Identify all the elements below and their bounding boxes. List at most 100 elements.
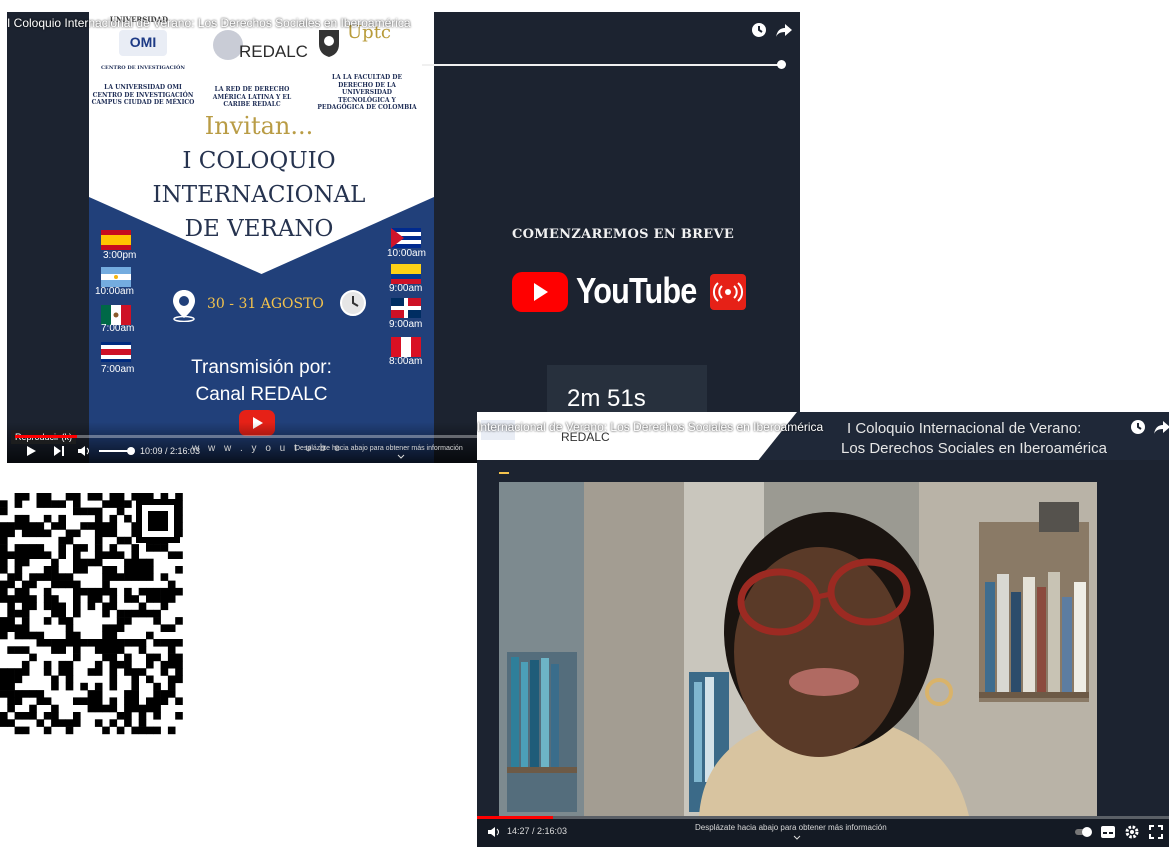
qr-module xyxy=(58,660,66,669)
qr-module xyxy=(65,726,74,735)
qr-module xyxy=(73,631,81,640)
poster-canal: Canal REDALC xyxy=(195,384,328,405)
qr-module xyxy=(21,587,30,596)
qr-module xyxy=(36,551,45,559)
video-title-line1[interactable]: I Coloquio Internacional de Verano: xyxy=(847,420,1081,437)
qr-module xyxy=(43,595,52,603)
qr-module xyxy=(73,558,81,567)
poster-org-left-sub: CENTRO DE INVESTIGACIÓN xyxy=(101,65,185,71)
qr-module xyxy=(58,609,66,618)
qr-module xyxy=(94,697,103,705)
event-poster: UNIVERSIDAD OMI CENTRO DE INVESTIGACIÓN … xyxy=(89,12,434,463)
qr-module xyxy=(51,712,59,720)
play-icon[interactable] xyxy=(25,445,37,457)
qr-module xyxy=(94,587,103,596)
watch-later-icon[interactable] xyxy=(1129,418,1147,436)
qr-module xyxy=(94,639,103,647)
qr-module xyxy=(160,587,169,596)
qr-module xyxy=(124,609,132,618)
qr-module xyxy=(73,602,81,611)
qr-module xyxy=(175,566,183,574)
qr-module xyxy=(21,493,30,501)
qr-module xyxy=(73,566,81,574)
clock-icon xyxy=(339,289,367,317)
volume-icon[interactable] xyxy=(77,445,91,457)
qr-module xyxy=(153,653,161,662)
qr-module xyxy=(160,660,169,669)
video-player-top[interactable]: UNIVERSIDAD OMI CENTRO DE INVESTIGACIÓN … xyxy=(7,12,800,463)
qr-module xyxy=(109,646,118,654)
autoplay-toggle-icon[interactable] xyxy=(1075,826,1093,838)
qr-module xyxy=(0,536,8,545)
qr-code xyxy=(0,493,183,735)
poster-event-line2: INTERNACIONAL xyxy=(152,182,366,208)
qr-module xyxy=(58,500,66,508)
qr-module xyxy=(153,617,161,625)
qr-module xyxy=(160,697,169,705)
gear-icon[interactable] xyxy=(1125,825,1139,839)
qr-module xyxy=(153,587,161,596)
qr-module xyxy=(80,522,88,530)
qr-module xyxy=(51,595,59,603)
qr-module xyxy=(14,493,23,501)
qr-module xyxy=(124,587,132,596)
qr-module xyxy=(131,697,139,705)
qr-module xyxy=(94,551,103,559)
volume-slider-knob[interactable] xyxy=(127,447,135,455)
chevron-down-icon[interactable] xyxy=(793,835,801,841)
qr-module xyxy=(153,639,161,647)
video-title[interactable]: I Coloquio Internacional de Verano: Los … xyxy=(7,16,411,30)
qr-module xyxy=(58,602,66,611)
qr-module xyxy=(73,580,81,589)
video-player-bottom[interactable]: REDALC Internacional de Verano: Los Dere… xyxy=(477,412,1169,847)
qr-module xyxy=(0,522,8,530)
qr-module xyxy=(175,675,183,684)
qr-module xyxy=(51,639,59,647)
watch-later-icon[interactable] xyxy=(750,21,768,39)
share-icon[interactable] xyxy=(775,21,793,39)
video-title-line2[interactable]: Los Derechos Sociales en Iberoamérica xyxy=(841,440,1107,457)
qr-module xyxy=(0,558,8,567)
qr-module xyxy=(73,646,81,654)
qr-module xyxy=(124,639,132,647)
qr-module xyxy=(167,580,176,589)
qr-module xyxy=(43,500,52,508)
qr-module xyxy=(0,668,8,676)
qr-module xyxy=(0,690,8,698)
qr-module xyxy=(73,529,81,538)
qr-module xyxy=(167,646,176,654)
qr-module xyxy=(58,639,66,647)
qr-module xyxy=(124,514,132,523)
qr-module xyxy=(29,522,37,530)
qr-module xyxy=(131,558,139,567)
progress-bar[interactable] xyxy=(477,816,1169,819)
qr-module xyxy=(58,514,66,523)
chevron-down-icon[interactable] xyxy=(397,454,405,460)
qr-module xyxy=(160,595,169,603)
next-icon[interactable] xyxy=(53,445,65,457)
qr-module xyxy=(0,507,8,516)
qr-module xyxy=(167,682,176,691)
qr-module xyxy=(87,493,96,501)
qr-module xyxy=(102,631,110,640)
share-icon[interactable] xyxy=(1153,418,1169,436)
qr-module xyxy=(43,566,52,574)
qr-module xyxy=(14,595,23,603)
video-title-small[interactable]: Internacional de Verano: Los Derechos So… xyxy=(477,420,823,434)
qr-module xyxy=(131,609,139,618)
qr-module xyxy=(146,631,154,640)
qr-module xyxy=(7,646,15,654)
fullscreen-icon[interactable] xyxy=(1149,825,1163,839)
qr-module xyxy=(21,551,30,559)
subtitles-icon[interactable] xyxy=(1101,826,1115,838)
qr-module xyxy=(36,631,45,640)
qr-module xyxy=(51,522,59,530)
qr-module xyxy=(73,507,81,516)
qr-module xyxy=(7,697,15,705)
qr-module xyxy=(7,617,15,625)
qr-module xyxy=(80,639,88,647)
qr-module xyxy=(94,507,103,516)
qr-module xyxy=(87,639,96,647)
volume-icon[interactable] xyxy=(487,826,501,838)
qr-module xyxy=(146,558,154,567)
